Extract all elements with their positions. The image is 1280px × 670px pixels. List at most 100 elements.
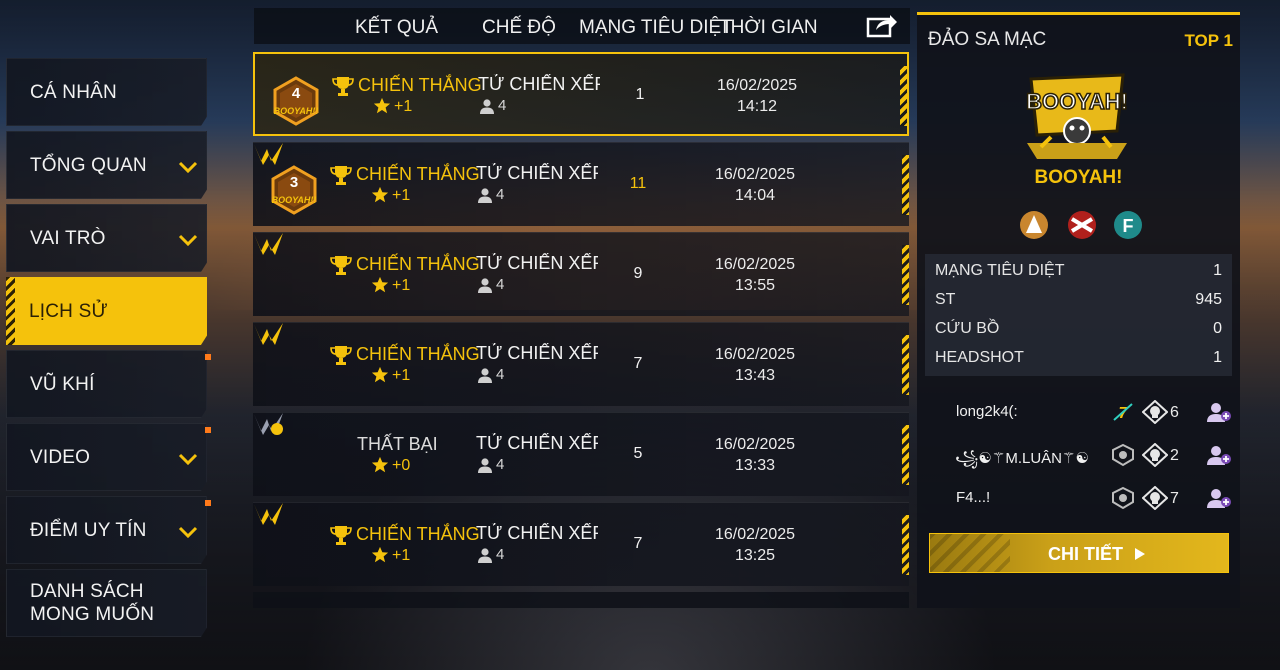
stat-row: CỨU BỒ 0 — [935, 320, 1222, 342]
notification-dot — [205, 354, 211, 360]
column-header-kills: MẠNG TIÊU DIỆT — [579, 17, 733, 38]
trophy-icon — [330, 166, 352, 185]
chevron-down-icon — [178, 234, 198, 246]
stat-row: HEADSHOT 1 — [935, 349, 1222, 371]
skull-kill-icon — [1142, 486, 1168, 510]
mvp-badge-icon — [254, 413, 283, 435]
sidebar-item-tong-quan[interactable]: TỔNG QUAN — [6, 131, 207, 199]
match-kills: 5 — [633, 445, 643, 462]
detail-button-label: CHI TIẾT — [1048, 544, 1123, 564]
sidebar-item-video[interactable]: VIDEO — [6, 423, 207, 491]
match-time: 14:04 — [734, 187, 776, 204]
trophy-icon — [330, 346, 352, 365]
detail-button[interactable]: CHI TIẾT — [929, 533, 1229, 573]
rank-tier-icon: 7 — [1113, 403, 1133, 422]
person-icon — [478, 458, 492, 473]
teammate-kills: 6 — [1170, 404, 1179, 421]
mvp-badge-icon — [254, 233, 283, 255]
mvp-badge-icon — [254, 503, 283, 525]
sidebar-item-danh-sach-mong-muon[interactable]: DANH SÁCH MONG MUỐN — [6, 569, 207, 637]
match-result: CHIẾN THẮNG — [356, 344, 480, 364]
stat-row: MẠNG TIÊU DIỆT 1 — [935, 262, 1222, 284]
squad-emblem-icon: F — [1114, 211, 1142, 239]
teammate-kills: 7 — [1170, 490, 1179, 507]
column-header-time: THỜI GIAN — [719, 17, 818, 38]
chevron-down-icon — [178, 453, 198, 465]
sidebar-item-lich-su[interactable]: LỊCH SỬ — [6, 277, 207, 345]
match-stats-box: MẠNG TIÊU DIỆT 1 ST 945 CỨU BỒ 0 HEADSHO… — [925, 254, 1232, 376]
person-icon — [480, 99, 494, 114]
trophy-icon — [332, 77, 354, 96]
history-table-header: KẾT QUẢ CHẾ ĐỘ MẠNG TIÊU DIỆT THỜI GIAN — [254, 8, 910, 44]
match-team-size: 4 — [496, 456, 505, 473]
hazard-stripe — [902, 335, 909, 395]
match-date: 16/02/2025 — [714, 166, 796, 183]
sidebar-item-label: ĐIỂM UY TÍN — [30, 519, 147, 541]
rank-booyah-text: BOOYAH!! — [273, 106, 319, 116]
stat-value: 1 — [1213, 349, 1222, 366]
match-points: +0 — [392, 457, 411, 474]
match-mode: TỬ CHIẾN XẾP HẠNG — [476, 523, 598, 543]
match-result: CHIẾN THẮNG — [356, 524, 480, 544]
share-icon[interactable] — [866, 12, 898, 38]
rank-booyah-text: BOOYAH!! — [271, 195, 317, 205]
match-row[interactable]: 3 BOOYAH!! CHIẾN THẮNG +1 TỬ CHIẾN XẾP H… — [253, 142, 909, 226]
sidebar-item-vai-tro[interactable]: VAI TRÒ — [6, 204, 207, 272]
star-icon — [373, 97, 391, 114]
person-icon — [478, 368, 492, 383]
match-date: 16/02/2025 — [714, 436, 796, 453]
add-friend-icon[interactable] — [1206, 401, 1232, 423]
teammate-name: F4...! — [956, 489, 991, 506]
sidebar-item-ca-nhan[interactable]: CÁ NHÂN — [6, 58, 207, 126]
match-date: 16/02/2025 — [714, 346, 796, 363]
squad-emblem-icon — [1068, 211, 1096, 239]
booyah-label: BOOYAH! — [1034, 167, 1123, 188]
match-detail-panel: ĐẢO SA MẠC TOP 1 BOOYAH! BOOYAH! F MẠNG … — [917, 12, 1240, 608]
notification-dot — [205, 500, 211, 506]
stat-label: ST — [935, 291, 956, 308]
match-row[interactable]: CHIẾN THẮNG +1 TỬ CHIẾN XẾP HẠNG 4 7 16/… — [253, 502, 909, 586]
match-result: CHIẾN THẮNG — [358, 75, 482, 95]
person-icon — [478, 548, 492, 563]
sidebar-item-diem-uy-tin[interactable]: ĐIỂM UY TÍN — [6, 496, 207, 564]
hazard-stripe — [902, 245, 909, 305]
match-date: 16/02/2025 — [716, 77, 798, 94]
sidebar-item-label: LỊCH SỬ — [29, 300, 108, 322]
squad-emblem-icon — [1020, 211, 1048, 239]
match-date: 16/02/2025 — [714, 256, 796, 273]
hazard-stripe — [902, 425, 909, 485]
skull-kill-icon — [1142, 443, 1168, 467]
match-time: 13:55 — [734, 277, 776, 294]
hazard-stripe — [902, 515, 909, 575]
panel-accent — [917, 12, 979, 15]
stat-label: MẠNG TIÊU DIỆT — [935, 262, 1065, 279]
teammate-row: long2k4(: 7 6 — [917, 397, 1240, 427]
stat-row: ST 945 — [935, 291, 1222, 313]
match-kills: 9 — [633, 265, 643, 282]
rank-number: 4 — [291, 85, 301, 102]
match-kills: 7 — [633, 535, 643, 552]
sidebar-item-label: VŨ KHÍ — [30, 373, 95, 395]
match-points: +1 — [392, 187, 411, 204]
trophy-icon — [330, 526, 352, 545]
star-icon — [371, 276, 389, 293]
booyah-emblem-icon: BOOYAH! — [1025, 73, 1129, 159]
column-header-result: KẾT QUẢ — [355, 17, 439, 38]
match-mode: TỬ CHIẾN XẾP HẠNG — [476, 253, 598, 273]
map-name: ĐẢO SA MẠC — [928, 29, 1047, 50]
match-row[interactable]: 4 BOOYAH!! CHIẾN THẮNG +1 TỬ CHIẾN XẾP H… — [253, 52, 909, 136]
match-team-size: 4 — [496, 276, 505, 293]
add-friend-icon[interactable] — [1206, 487, 1232, 509]
match-result: CHIẾN THẮNG — [356, 164, 480, 184]
match-kills: 1 — [635, 86, 645, 103]
stat-value: 0 — [1213, 320, 1222, 337]
match-row[interactable]: CHIẾN THẮNG +1 TỬ CHIẾN XẾP HẠNG 4 9 16/… — [253, 232, 909, 316]
add-friend-icon[interactable] — [1206, 444, 1232, 466]
match-result: THẤT BẠI — [357, 434, 438, 454]
chevron-down-icon — [178, 526, 198, 538]
match-row[interactable]: CHIẾN THẮNG +1 TỬ CHIẾN XẾP HẠNG 4 7 16/… — [253, 322, 909, 406]
match-row[interactable]: THẤT BẠI +0 TỬ CHIẾN XẾP HẠNG 4 5 16/02/… — [253, 412, 909, 496]
match-kills: 7 — [633, 355, 643, 372]
sidebar-item-vu-khi[interactable]: VŨ KHÍ — [6, 350, 207, 418]
match-kills: 11 — [629, 175, 647, 192]
